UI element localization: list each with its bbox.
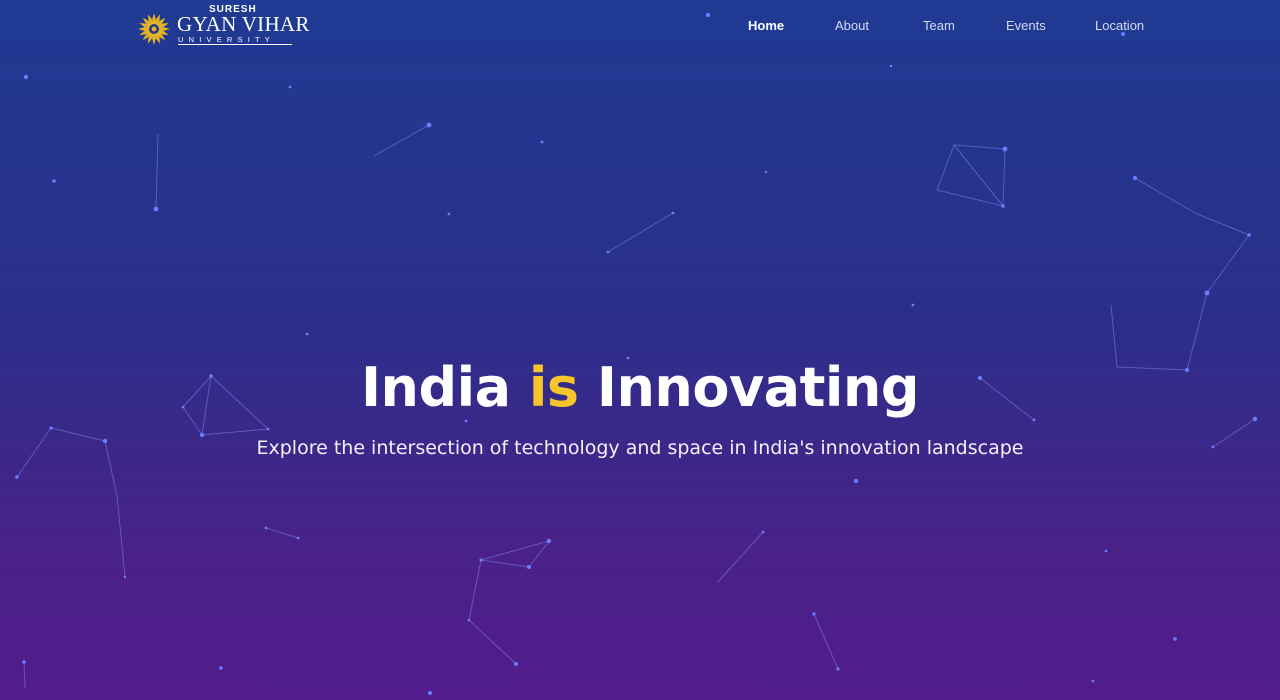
constellation-star bbox=[22, 660, 26, 664]
constellation-star bbox=[527, 565, 531, 569]
constellation-line bbox=[936, 144, 955, 191]
constellation-star bbox=[479, 558, 483, 562]
constellation-star bbox=[1173, 637, 1177, 641]
nav-events[interactable]: Events bbox=[1006, 18, 1046, 33]
constellation-line bbox=[23, 661, 26, 689]
nav-home[interactable]: Home bbox=[748, 18, 784, 33]
constellation-line bbox=[373, 124, 430, 157]
nav-team[interactable]: Team bbox=[923, 18, 955, 33]
constellation-star bbox=[514, 662, 518, 666]
constellation-star bbox=[606, 250, 610, 254]
constellation-line bbox=[1194, 212, 1250, 236]
constellation-star bbox=[219, 666, 223, 670]
constellation-star bbox=[123, 575, 127, 579]
constellation-line bbox=[480, 540, 550, 561]
constellation-star bbox=[428, 691, 432, 695]
constellation-star bbox=[1001, 204, 1005, 208]
constellation-line bbox=[1134, 177, 1196, 214]
constellation-star bbox=[288, 85, 292, 89]
constellation-star bbox=[1091, 679, 1095, 683]
constellation-line bbox=[528, 540, 550, 568]
constellation-line bbox=[607, 212, 674, 253]
constellation-line bbox=[116, 495, 126, 578]
constellation-star bbox=[1104, 549, 1108, 553]
constellation-star bbox=[153, 206, 159, 212]
constellation-star bbox=[889, 64, 893, 68]
constellation-star bbox=[1247, 233, 1251, 237]
constellation-star bbox=[264, 526, 268, 530]
constellation-star bbox=[426, 122, 432, 128]
constellation-star bbox=[305, 332, 309, 336]
constellation-star bbox=[671, 211, 675, 215]
constellation-star bbox=[52, 179, 56, 183]
constellation-star bbox=[911, 303, 915, 307]
hero-subtitle: Explore the intersection of technology a… bbox=[256, 437, 1024, 459]
constellation-line bbox=[1206, 234, 1250, 294]
constellation-star bbox=[540, 140, 544, 144]
university-logo[interactable]: SURESH GYAN VIHAR UNIVERSITY bbox=[137, 3, 309, 47]
constellation-star bbox=[764, 170, 768, 174]
constellation-line bbox=[813, 613, 839, 670]
constellation-star bbox=[15, 475, 19, 479]
constellation-star bbox=[761, 530, 765, 534]
constellation-star bbox=[447, 212, 451, 216]
hero-title-accent: is bbox=[528, 356, 579, 419]
hero-title-start: India bbox=[360, 356, 529, 419]
constellation-star bbox=[296, 536, 300, 540]
constellation-star bbox=[23, 74, 29, 80]
constellation-star bbox=[853, 478, 859, 484]
constellation-star bbox=[812, 612, 816, 616]
constellation-line bbox=[480, 559, 530, 568]
constellation-line bbox=[468, 559, 482, 621]
navbar: SURESH GYAN VIHAR UNIVERSITY Home About … bbox=[0, 0, 1280, 56]
hero-title-end: Innovating bbox=[578, 356, 920, 419]
constellation-line bbox=[265, 527, 299, 539]
constellation-line bbox=[717, 531, 764, 583]
constellation-star bbox=[467, 618, 471, 622]
nav-about[interactable]: About bbox=[835, 18, 869, 33]
sun-emblem-icon bbox=[138, 13, 170, 45]
logo-name-text: GYAN VIHAR bbox=[177, 12, 310, 36]
constellation-star bbox=[546, 538, 552, 544]
hero-section: India is Innovating Explore the intersec… bbox=[0, 350, 1280, 462]
constellation-line bbox=[155, 133, 159, 210]
nav-location[interactable]: Location bbox=[1095, 18, 1144, 33]
constellation-star bbox=[836, 667, 840, 671]
constellation-line bbox=[468, 619, 517, 665]
constellation-star bbox=[1204, 290, 1210, 296]
constellation-line bbox=[953, 144, 1006, 150]
hero-title: India is Innovating bbox=[0, 350, 1280, 426]
logo-sub-text: UNIVERSITY bbox=[178, 35, 292, 45]
constellation-line bbox=[1002, 148, 1006, 207]
constellation-line bbox=[953, 144, 1004, 207]
constellation-star bbox=[1132, 175, 1138, 181]
constellation-star bbox=[1002, 146, 1008, 152]
constellation-line bbox=[936, 189, 1004, 207]
